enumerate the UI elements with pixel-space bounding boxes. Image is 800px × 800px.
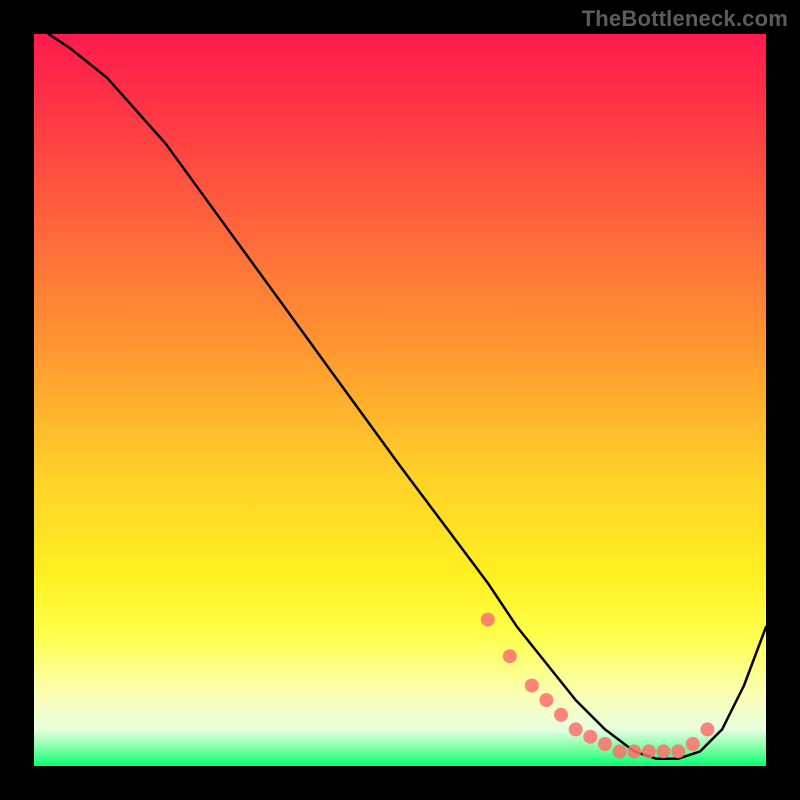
highlight-dot: [671, 744, 685, 758]
highlight-dot: [569, 722, 583, 736]
highlight-dot: [481, 613, 495, 627]
highlight-dot: [642, 744, 656, 758]
chart-frame: TheBottleneck.com: [0, 0, 800, 800]
highlight-dot: [503, 649, 517, 663]
highlight-dot: [583, 730, 597, 744]
highlight-dot: [598, 737, 612, 751]
bottleneck-curve-line: [49, 34, 766, 759]
curve-path: [49, 34, 766, 759]
chart-svg: [34, 34, 766, 766]
highlight-dot: [525, 679, 539, 693]
watermark-text: TheBottleneck.com: [582, 6, 788, 32]
highlight-dot: [700, 722, 714, 736]
highlight-dot: [613, 744, 627, 758]
plot-area: [34, 34, 766, 766]
highlight-dot: [657, 744, 671, 758]
highlight-dot: [554, 708, 568, 722]
highlight-dot: [627, 744, 641, 758]
highlight-dots: [481, 613, 715, 759]
highlight-dot: [686, 737, 700, 751]
highlight-dot: [539, 693, 553, 707]
